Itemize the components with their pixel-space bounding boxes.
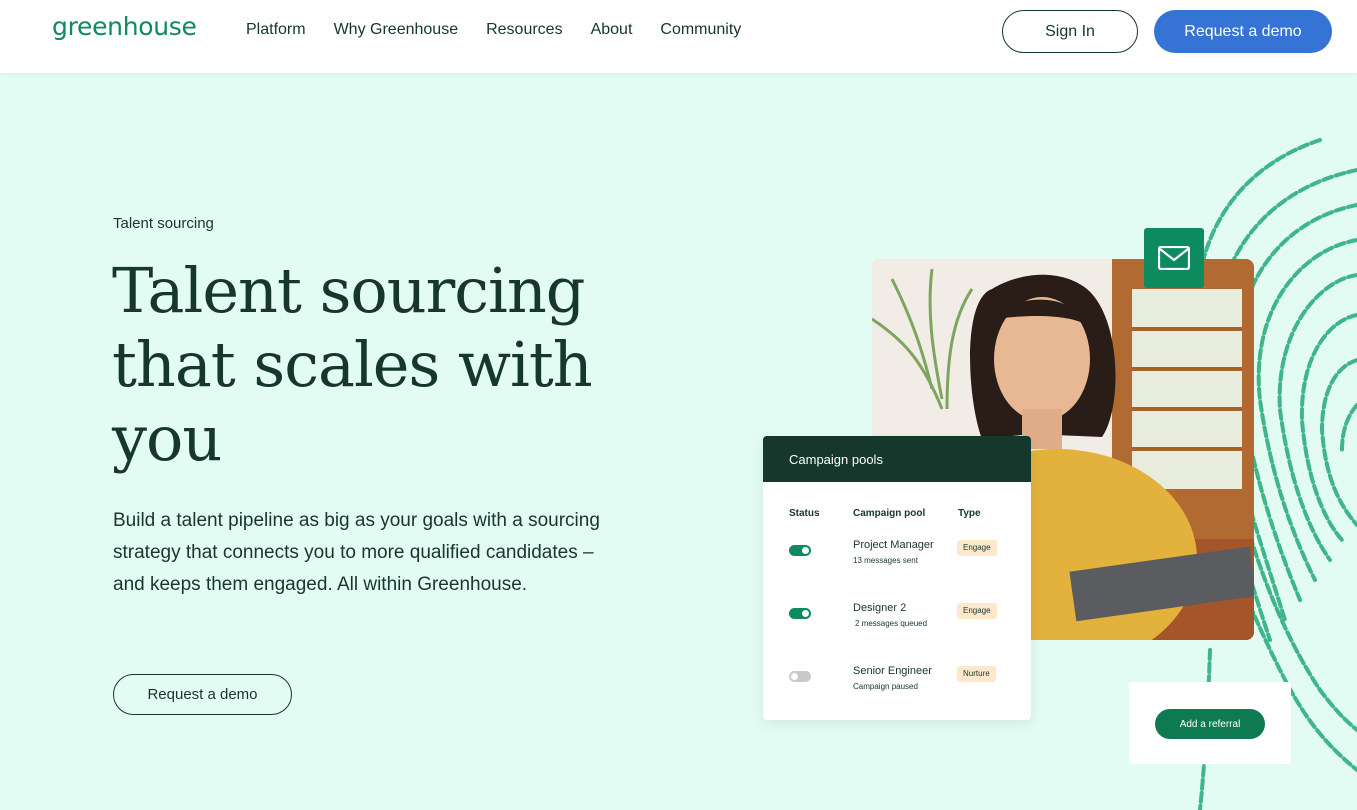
campaign-subtext: 2 messages queued (855, 619, 928, 628)
campaign-row: Senior Engineer Campaign paused Nurture (763, 665, 1031, 711)
hero-headline: Talent sourcing that scales with you (112, 254, 593, 475)
column-header-campaign-pool: Campaign pool (853, 508, 926, 519)
campaign-name: Designer 2 (853, 602, 907, 614)
main-nav: Platform Why Greenhouse Resources About … (246, 20, 769, 40)
campaign-pools-card: Campaign pools Status Campaign pool Type… (763, 436, 1031, 720)
campaign-subtext: 13 messages sent (853, 556, 918, 565)
campaign-name: Senior Engineer (853, 665, 932, 677)
toggle-off-icon[interactable] (789, 671, 811, 682)
request-demo-button-header[interactable]: Request a demo (1154, 10, 1332, 53)
request-demo-button-hero[interactable]: Request a demo (113, 674, 292, 715)
nav-item-platform[interactable]: Platform (246, 20, 306, 40)
mail-icon (1158, 246, 1190, 270)
column-header-type: Type (958, 508, 981, 519)
type-badge: Engage (957, 603, 997, 619)
campaign-row: Project Manager 13 messages sent Engage (763, 539, 1031, 585)
toggle-on-icon[interactable] (789, 608, 811, 619)
campaign-pools-title: Campaign pools (763, 436, 1031, 482)
referral-card: Add a referral (1129, 682, 1291, 764)
campaign-name: Project Manager (853, 539, 934, 551)
campaign-row: Designer 2 2 messages queued Engage (763, 602, 1031, 648)
hero-description: Build a talent pipeline as big as your g… (113, 510, 600, 595)
toggle-on-icon[interactable] (789, 545, 811, 556)
nav-item-community[interactable]: Community (660, 20, 741, 40)
type-badge: Engage (957, 540, 997, 556)
hero-eyebrow: Talent sourcing (113, 215, 214, 232)
sign-in-button[interactable]: Sign In (1002, 10, 1138, 53)
nav-item-why-greenhouse[interactable]: Why Greenhouse (334, 20, 459, 40)
nav-item-about[interactable]: About (591, 20, 633, 40)
site-header: greenhouse Platform Why Greenhouse Resou… (0, 0, 1357, 73)
greenhouse-logo[interactable]: greenhouse (52, 12, 197, 41)
campaign-subtext: Campaign paused (853, 682, 918, 691)
mail-icon-tile (1144, 228, 1204, 288)
type-badge: Nurture (957, 666, 996, 682)
add-referral-button[interactable]: Add a referral (1155, 709, 1265, 739)
nav-item-resources[interactable]: Resources (486, 20, 562, 40)
column-header-status: Status (789, 508, 820, 519)
